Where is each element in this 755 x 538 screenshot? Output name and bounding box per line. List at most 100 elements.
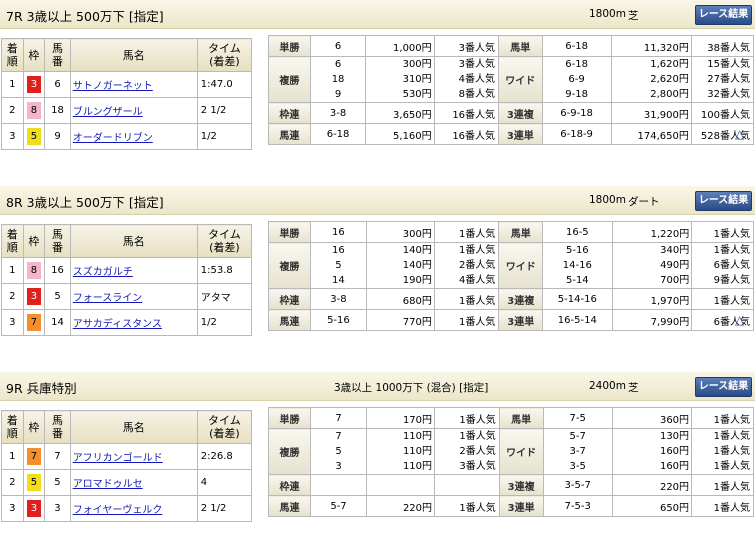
wide-combo: 5-14 (565, 275, 589, 286)
result-time: 1:47.0 (196, 71, 253, 98)
payout-row: 枠連 3-8 3,650円 16番人気 3連複 6-9-18 31,900円 1… (268, 102, 755, 124)
race-title: 9R 兵庫特別 (6, 381, 77, 396)
horse-name-cell: フォースライン (69, 283, 198, 310)
race-distance: 1800m (589, 194, 626, 206)
sanrentan-combo: 6-18-9 (541, 123, 612, 145)
payout-row: 単勝 7 170円 1番人気 馬単 7-5 360円 1番人気 (268, 407, 754, 429)
result-header-row: 着順 枠 馬番 馬名 タイム (着差) (1, 410, 253, 444)
header-time: タイム (着差) (196, 38, 253, 72)
result-row: 3 3 3 フォイヤーヴェルク 2 1/2 (1, 495, 253, 522)
horse-name-link[interactable]: フォイヤーヴェルク (73, 505, 163, 516)
wide-combo: 5-16 (565, 245, 589, 256)
header-rank: 着順 (1, 224, 24, 258)
waku-badge: 8 (26, 262, 41, 279)
fukusho-combo: 6 (334, 59, 342, 70)
sanrentan-amount: 174,650円 (610, 123, 692, 145)
wide-combos: 5-7 3-7 3-5 (542, 428, 613, 475)
wide-pops: 15番人気 27番人気 32番人気 (690, 56, 755, 103)
fukusho-amount: 110円 (402, 431, 433, 442)
umaren-combo: 6-18 (309, 123, 367, 145)
race-header: 8R 3歳以上 500万下 [指定] 1800m ダート レース結果 (0, 186, 755, 215)
fukusho-amount: 140円 (402, 260, 432, 271)
label-sanrenpuku: 3連複 (498, 288, 544, 310)
wide-amount: 2,800円 (650, 89, 689, 100)
fukusho-combo: 5 (335, 260, 342, 271)
label-sanrentan: 3連単 (498, 123, 543, 145)
header-num-label: 馬番 (52, 228, 64, 254)
label-fukusho: 複勝 (268, 242, 311, 289)
payout-row: 複勝 6 18 9 300円 310円 530円 3番人気 4番人気 8番人気 … (268, 56, 755, 103)
wide-pop: 15番人気 (707, 59, 750, 70)
fukusho-pop: 2番人気 (458, 260, 496, 271)
horse-name-cell: アサカディスタンス (69, 309, 198, 336)
wide-amounts: 340円 490円 700円 (611, 242, 693, 289)
tansho-amount: 300円 (365, 221, 435, 243)
horse-name-link[interactable]: アロマドゥルセ (73, 479, 143, 490)
race-result-button[interactable]: レース結果 (695, 5, 752, 25)
horse-number: 3 (44, 495, 71, 522)
waku-badge: 3 (26, 288, 41, 305)
horse-name-link[interactable]: フォースライン (73, 293, 143, 304)
horse-name-link[interactable]: アフリカンゴールド (73, 453, 163, 464)
fukusho-pop: 4番人気 (458, 275, 496, 286)
header-num-label: 馬番 (52, 42, 64, 68)
header-waku: 枠 (22, 410, 46, 444)
payout-table: 単勝 6 1,000円 3番人気 馬単 6-18 11,320円 38番人気 複… (268, 35, 755, 145)
horse-name-link[interactable]: サトノガーネット (73, 81, 153, 92)
sanrenpuku-pop: 1番人気 (691, 288, 754, 310)
umaren-pop: 1番人気 (434, 495, 500, 517)
fukusho-combo: 9 (334, 89, 342, 100)
race-result-button[interactable]: レース結果 (695, 377, 752, 397)
wide-combos: 5-16 14-16 5-14 (542, 242, 613, 289)
fukusho-amount: 110円 (402, 461, 433, 472)
horse-name-link[interactable]: スズカガルチ (73, 267, 133, 278)
fukusho-amount: 110円 (402, 446, 433, 457)
wide-combo: 3-5 (569, 461, 586, 472)
sanrenpuku-pop: 1番人気 (691, 474, 754, 496)
result-rank: 2 (1, 97, 24, 124)
race-result-button[interactable]: レース結果 (695, 191, 752, 211)
fukusho-pop: 2番人気 (459, 446, 496, 457)
wide-combos: 6-18 6-9 9-18 (541, 56, 612, 103)
payout-row: 複勝 16 5 14 140円 140円 190円 1番人気 2番人気 4番人気… (268, 242, 754, 289)
tansho-combo: 6 (309, 35, 367, 57)
result-rank: 2 (1, 469, 24, 496)
label-umatan: 馬単 (498, 221, 544, 243)
sanrenpuku-combo: 6-9-18 (541, 102, 612, 124)
wakuren-amount: 3,650円 (365, 102, 435, 124)
payout-row: 単勝 6 1,000円 3番人気 馬単 6-18 11,320円 38番人気 (268, 35, 755, 57)
horse-name-link[interactable]: ブルングザール (73, 107, 143, 118)
result-row: 1 8 16 スズカガルチ 1:53.8 (1, 257, 253, 284)
waku-cell: 5 (22, 469, 46, 496)
sanrenpuku-amount: 220円 (611, 474, 693, 496)
header-name: 馬名 (69, 38, 198, 72)
header-num: 馬番 (44, 410, 71, 444)
race-distance: 1800m (589, 8, 626, 20)
result-header-row: 着順 枠 馬番 馬名 タイム (着差) (1, 38, 253, 72)
fukusho-combos: 6 18 9 (309, 56, 367, 103)
wakuren-amount (366, 474, 436, 496)
header-rank-label: 着順 (6, 228, 18, 254)
horse-name-link[interactable]: オーダードリブン (73, 133, 153, 144)
race-title: 7R 3歳以上 500万下 [指定] (6, 9, 164, 24)
fukusho-amounts: 140円 140円 190円 (365, 242, 435, 289)
wakuren-pop (434, 474, 500, 496)
up-triangle-icon[interactable]: △ (735, 127, 744, 141)
fukusho-amounts: 300円 310円 530円 (365, 56, 435, 103)
label-umaren: 馬連 (268, 123, 311, 145)
label-fukusho: 複勝 (268, 428, 311, 475)
wide-combo: 6-9 (568, 74, 585, 85)
sanrentan-combo: 16-5-14 (542, 309, 613, 331)
waku-badge: 5 (26, 474, 41, 491)
label-sanrentan: 3連単 (498, 309, 544, 331)
horse-name-link[interactable]: アサカディスタンス (73, 319, 162, 330)
fukusho-pops: 3番人気 4番人気 8番人気 (433, 56, 500, 103)
umaren-pop: 1番人気 (433, 309, 500, 331)
result-row: 1 7 7 アフリカンゴールド 2:26.8 (1, 443, 253, 470)
tansho-pop: 3番人気 (433, 35, 500, 57)
payout-row: 複勝 7 5 3 110円 110円 110円 1番人気 2番人気 3番人気 ワ… (268, 428, 754, 475)
up-triangle-icon[interactable]: △ (735, 313, 744, 327)
wide-amount: 2,620円 (650, 74, 689, 85)
wide-amounts: 130円 160円 160円 (611, 428, 693, 475)
wide-pop: 32番人気 (707, 89, 750, 100)
